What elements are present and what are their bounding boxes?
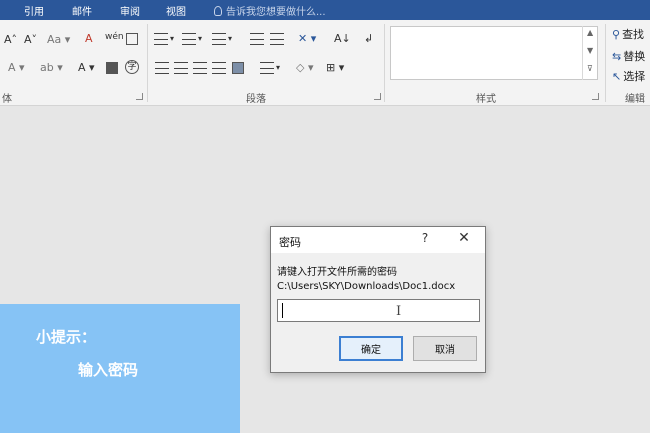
help-icon[interactable]: ? [419, 231, 431, 245]
font-group-label: 体 [2, 94, 12, 105]
select-button[interactable]: ↖ 选择 [612, 68, 645, 84]
show-marks-icon[interactable]: ↲ [364, 32, 373, 46]
increase-indent-icon[interactable] [270, 33, 284, 45]
shading-icon[interactable]: ◇ ▾ [296, 61, 313, 75]
tab-view[interactable]: 视图 [166, 3, 186, 18]
text-caret [282, 303, 283, 318]
borders-icon[interactable]: ⊞ ▾ [326, 61, 344, 75]
highlight-icon[interactable]: ab ▾ [40, 61, 63, 75]
ok-button[interactable]: 确定 [339, 336, 403, 361]
bullets-dropdown-icon[interactable]: ▾ [170, 32, 174, 46]
text-effect-icon[interactable]: A ▾ [8, 61, 25, 75]
hint-box: 小提示： 输入密码 [0, 304, 240, 433]
ribbon: A˄ A˅ Aa ▾ A wén A ▾ ab ▾ A ▾ 字 体 ▾ ▾ ▾ … [0, 20, 650, 106]
ibeam-cursor-icon: I [396, 304, 402, 319]
divider [605, 24, 606, 102]
divider [384, 24, 385, 102]
tab-mailings[interactable]: 邮件 [72, 3, 92, 18]
ribbon-tab-bar: 引用 邮件 审阅 视图 告诉我您想要做什么... [0, 0, 650, 20]
phonetic-guide-icon[interactable]: wén [105, 30, 124, 44]
select-arrow-icon: ↖ [612, 69, 622, 83]
paragraph-group-label: 段落 [246, 94, 266, 105]
align-right-icon[interactable] [193, 62, 207, 74]
align-left-icon[interactable] [155, 62, 169, 74]
tell-me-text: 告诉我您想要做什么... [226, 7, 326, 18]
replace-button[interactable]: ⇆ 替换 [612, 48, 645, 64]
multilevel-list-icon[interactable] [212, 33, 226, 45]
bullets-icon[interactable] [154, 33, 168, 45]
multilevel-dropdown-icon[interactable]: ▾ [228, 32, 232, 46]
styles-group-label: 样式 [476, 94, 496, 105]
find-button[interactable]: ⚲ 查找 [612, 26, 644, 42]
tab-references[interactable]: 引用 [24, 3, 44, 18]
paragraph-dialog-launcher-icon[interactable] [374, 93, 381, 100]
scroll-up-icon[interactable]: ▲ [587, 28, 593, 37]
scroll-down-icon[interactable]: ▼ [587, 46, 593, 55]
gallery-more-icon[interactable]: ⊽ [587, 64, 593, 73]
styles-gallery[interactable] [390, 26, 598, 80]
char-shading-icon[interactable] [106, 62, 118, 74]
editing-group-label: 编辑 [625, 94, 645, 105]
enclose-char-icon[interactable]: 字 [125, 60, 139, 74]
line-spacing-dropdown-icon[interactable]: ▾ [276, 61, 280, 75]
replace-icon: ⇆ [612, 49, 622, 63]
align-center-icon[interactable] [174, 62, 188, 74]
password-dialog: 密码 ? ✕ 请键入打开文件所需的密码 C:\Users\SKY\Downloa… [270, 226, 486, 373]
shrink-font-icon[interactable]: A˅ [24, 33, 37, 47]
search-icon: ⚲ [612, 27, 621, 41]
find-label: 查找 [622, 28, 645, 41]
file-path: C:\Users\SKY\Downloads\Doc1.docx [277, 281, 456, 292]
lightbulb-icon [214, 5, 222, 16]
chinese-layout-icon[interactable]: ✕ ▾ [298, 32, 316, 46]
replace-label: 替换 [623, 50, 646, 63]
dialog-title: 密码 [279, 236, 301, 249]
password-input[interactable]: I [277, 299, 480, 322]
grow-font-icon[interactable]: A˄ [4, 33, 17, 47]
tab-review[interactable]: 审阅 [120, 3, 140, 18]
line-spacing-icon[interactable] [260, 62, 274, 74]
close-icon[interactable]: ✕ [457, 230, 471, 246]
styles-dialog-launcher-icon[interactable] [592, 93, 599, 100]
decrease-indent-icon[interactable] [250, 33, 264, 45]
numbering-dropdown-icon[interactable]: ▾ [198, 32, 202, 46]
change-case-icon[interactable]: Aa ▾ [47, 33, 70, 47]
divider [147, 24, 148, 102]
numbering-icon[interactable] [182, 33, 196, 45]
dialog-title-bar[interactable]: 密码 ? ✕ [271, 227, 485, 253]
font-color-icon[interactable]: A ▾ [78, 61, 95, 75]
cancel-button[interactable]: 取消 [413, 336, 477, 361]
dialog-prompt: 请键入打开文件所需的密码 [277, 267, 397, 278]
hint-title: 小提示： [36, 328, 97, 346]
tell-me-box[interactable]: 告诉我您想要做什么... [214, 3, 326, 18]
char-border-icon[interactable] [126, 33, 138, 45]
distributed-icon[interactable] [232, 62, 244, 74]
justify-icon[interactable] [212, 62, 226, 74]
hint-text: 输入密码 [78, 361, 139, 379]
sort-icon[interactable]: A↓ [334, 32, 351, 46]
clear-format-icon[interactable]: A [85, 32, 93, 46]
select-label: 选择 [623, 70, 646, 83]
font-dialog-launcher-icon[interactable] [136, 93, 143, 100]
styles-gallery-scroll[interactable]: ▲ ▼ ⊽ [582, 26, 598, 80]
